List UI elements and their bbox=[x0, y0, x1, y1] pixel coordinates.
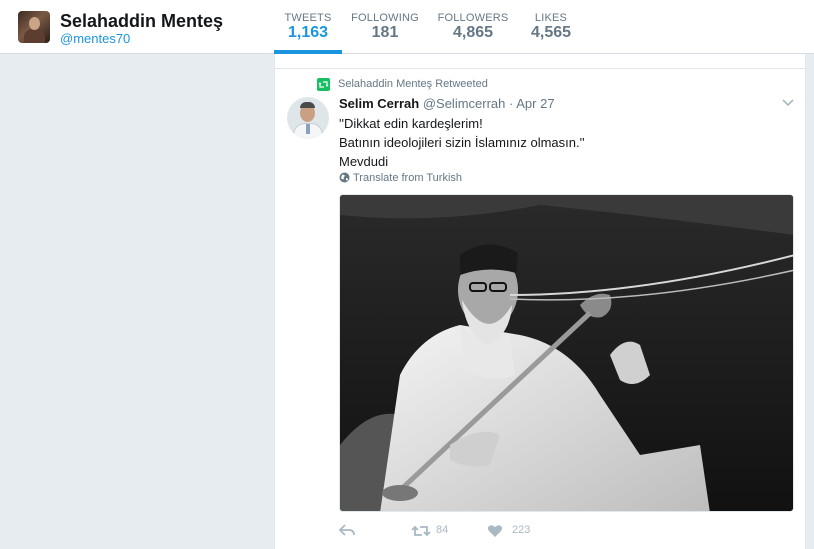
chevron-down-icon[interactable] bbox=[781, 95, 795, 109]
previous-tweet-edge bbox=[274, 54, 806, 68]
profile-avatar[interactable] bbox=[18, 11, 50, 43]
tab-following-label: FOLLOWING bbox=[351, 12, 419, 24]
tweet-text-line: Mevdudi bbox=[339, 154, 389, 169]
header-separator: · bbox=[509, 96, 514, 111]
like-icon bbox=[488, 525, 502, 537]
author-handle[interactable]: @Selimcerrah bbox=[423, 96, 506, 111]
tweet-actions: 84 223 bbox=[339, 521, 639, 541]
tab-following-count: 181 bbox=[371, 24, 399, 41]
like-count: 223 bbox=[512, 524, 531, 536]
tab-likes-label: LIKES bbox=[534, 12, 568, 24]
tab-tweets-label: TWEETS bbox=[284, 12, 332, 24]
tweet-card[interactable]: Selahaddin Menteş Retweeted Selim Cerrah… bbox=[274, 68, 806, 549]
tab-followers-count: 4,865 bbox=[452, 24, 494, 41]
tweet-timestamp[interactable]: Apr 27 bbox=[516, 96, 554, 111]
reply-icon bbox=[339, 524, 355, 536]
translate-label: Translate from Turkish bbox=[353, 172, 463, 184]
tweet-header: Selim Cerrah @Selimcerrah · Apr 27 bbox=[339, 96, 555, 111]
globe-icon bbox=[339, 172, 350, 183]
translate-link[interactable]: Translate from Turkish bbox=[339, 172, 462, 184]
tab-followers[interactable]: FOLLOWERS 4,865 bbox=[436, 0, 510, 54]
tab-likes[interactable]: LIKES 4,565 bbox=[522, 0, 580, 54]
tweet-photo[interactable] bbox=[339, 194, 794, 512]
tab-tweets-count: 1,163 bbox=[287, 24, 329, 41]
tab-followers-label: FOLLOWERS bbox=[437, 12, 509, 24]
tab-following[interactable]: FOLLOWING 181 bbox=[348, 0, 422, 54]
profile-handle[interactable]: @mentes70 bbox=[60, 31, 130, 46]
author-name[interactable]: Selim Cerrah bbox=[339, 96, 419, 111]
profile-name[interactable]: Selahaddin Menteş bbox=[60, 11, 223, 32]
tweet-text: ''Dikkat edin kardeşlerim! Batının ideol… bbox=[339, 114, 779, 171]
retweet-context-text: Selahaddin Menteş Retweeted bbox=[338, 78, 488, 90]
author-avatar[interactable] bbox=[287, 97, 329, 139]
retweet-icon bbox=[411, 525, 431, 537]
retweet-badge-icon bbox=[317, 78, 330, 91]
tab-tweets[interactable]: TWEETS 1,163 bbox=[274, 0, 342, 54]
retweet-count: 84 bbox=[436, 524, 449, 536]
tab-likes-count: 4,565 bbox=[530, 24, 572, 41]
photo-image bbox=[340, 195, 793, 511]
tweet-text-line: Batının ideolojileri sizin İslamınız olm… bbox=[339, 135, 585, 150]
profile-header-bar: Selahaddin Menteş @mentes70 TWEETS 1,163… bbox=[0, 0, 814, 54]
tweet-text-line: ''Dikkat edin kardeşlerim! bbox=[339, 116, 483, 131]
